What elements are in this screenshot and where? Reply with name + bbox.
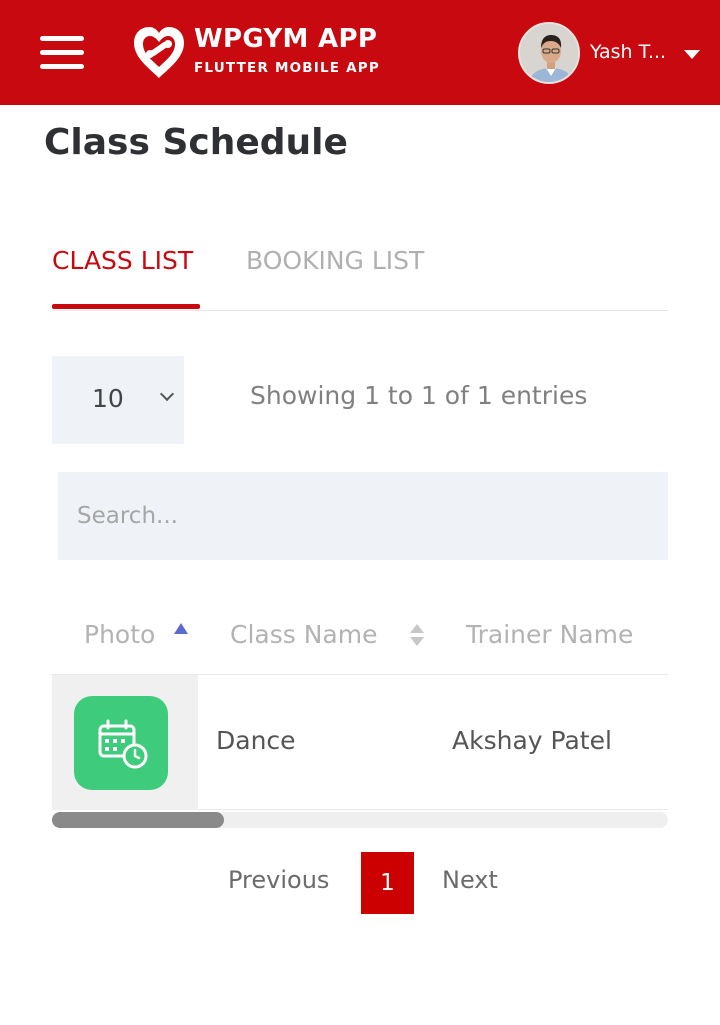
hamburger-menu-icon[interactable] (40, 36, 84, 70)
entries-info: Showing 1 to 1 of 1 entries (250, 381, 588, 410)
app-header: WPGYM APP FLUTTER MOBILE APP Yash T... (0, 0, 720, 105)
previous-page-button[interactable]: Previous (228, 866, 329, 894)
entries-per-page-value: 10 (92, 384, 124, 413)
class-schedule-page: WPGYM APP FLUTTER MOBILE APP Yash T... C… (0, 0, 720, 1025)
cell-class-name: Dance (216, 726, 296, 755)
page-1-button[interactable]: 1 (361, 852, 414, 914)
tab-class-list[interactable]: CLASS LIST (52, 246, 193, 275)
calendar-clock-icon (98, 719, 148, 769)
heart-logo-icon (134, 27, 184, 78)
user-photo-icon (520, 24, 578, 82)
column-header-trainer-name[interactable]: Trainer Name (466, 620, 633, 649)
scrollbar-thumb[interactable] (52, 812, 224, 828)
sort-ascending-icon[interactable] (174, 623, 188, 634)
cell-trainer-name: Akshay Patel (452, 726, 612, 755)
column-header-class-name[interactable]: Class Name (230, 620, 377, 649)
next-page-button[interactable]: Next (442, 866, 498, 894)
tab-bar: CLASS LIST BOOKING LIST (52, 240, 668, 311)
photo-cell (52, 675, 198, 810)
caret-down-icon[interactable] (684, 50, 700, 59)
tab-booking-list[interactable]: BOOKING LIST (246, 246, 424, 275)
app-title: WPGYM APP (194, 24, 378, 54)
class-photo (74, 696, 168, 790)
chevron-down-icon (159, 386, 175, 402)
app-subtitle: FLUTTER MOBILE APP (194, 60, 380, 76)
user-name: Yash T... (590, 41, 667, 63)
user-menu[interactable]: Yash T... (518, 22, 708, 84)
page-title: Class Schedule (44, 122, 348, 163)
sort-up-icon[interactable] (410, 624, 424, 633)
avatar (518, 22, 580, 84)
entries-per-page-select[interactable]: 10 (52, 356, 184, 444)
active-tab-indicator (52, 304, 200, 309)
class-table: Photo Class Name Trainer Name Dance Aksh… (52, 590, 668, 830)
table-row[interactable]: Dance Akshay Patel (52, 675, 668, 810)
search-input[interactable] (58, 472, 668, 560)
horizontal-scrollbar[interactable] (52, 812, 668, 828)
column-header-photo[interactable]: Photo (84, 620, 155, 649)
sort-down-icon[interactable] (410, 637, 424, 646)
